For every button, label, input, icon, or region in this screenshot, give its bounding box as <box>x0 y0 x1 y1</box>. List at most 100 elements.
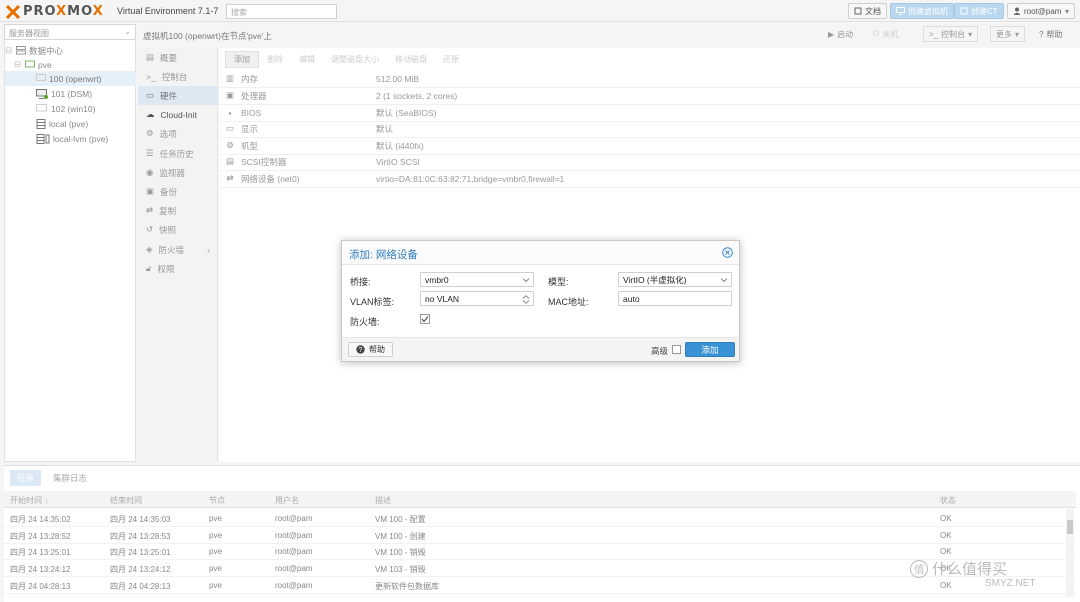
power-icon: ⏻ <box>873 29 880 38</box>
edit-hardware-button[interactable]: 编辑 <box>291 52 323 67</box>
chevron-down-icon: ⌄ <box>124 27 131 36</box>
tab-cluster-log[interactable]: 集群日志 <box>46 470 94 486</box>
advanced-label: 高级 <box>651 346 669 356</box>
cube-icon <box>960 7 968 15</box>
hardware-row-memory[interactable]: ▥ 内存 512.00 MiB <box>219 71 1080 88</box>
hardware-row-scsi[interactable]: ▤ SCSI控制器 VirtIO SCSI <box>219 154 1080 171</box>
search-input[interactable]: 搜索 <box>226 4 337 19</box>
column-user[interactable]: 用户名 <box>275 495 299 506</box>
nav-snapshots[interactable]: ↺ 快照 <box>138 220 218 239</box>
hardware-row-bios[interactable]: ▪ BIOS 默认 (SeaBIOS) <box>219 105 1080 122</box>
desktop-icon <box>896 7 905 15</box>
tree-item-vm-102[interactable]: 102 (win10) <box>5 101 136 116</box>
floppy-icon: ▣ <box>146 186 155 196</box>
firewall-label: 防火墙: <box>350 317 380 327</box>
nav-options[interactable]: ⚙ 选项 <box>138 124 218 143</box>
watermark-text: 什么值得买 <box>932 560 1008 578</box>
storage-icon <box>36 118 46 129</box>
start-button[interactable]: ▶ 启动 <box>822 26 859 42</box>
more-button[interactable]: 更多 ▾ <box>990 26 1026 42</box>
add-button[interactable]: 添加 <box>685 342 735 357</box>
create-vm-button[interactable]: 创建虚拟机 <box>890 3 954 19</box>
nav-task-history[interactable]: ☰ 任务历史 <box>138 144 218 163</box>
checkmark-icon <box>421 316 429 323</box>
table-row[interactable]: 四月 24 04:28:13 四月 24 04:28:13 pve root@pam 更… <box>4 577 1076 594</box>
task-scrollbar-thumb[interactable] <box>1067 520 1073 534</box>
database-icon: ▤ <box>225 156 235 167</box>
nav-hardware[interactable]: ▭ 硬件 <box>138 86 218 105</box>
column-description[interactable]: 描述 <box>375 495 391 506</box>
hardware-row-cpu[interactable]: ▣ 处理器 2 (1 sockets, 2 cores) <box>219 88 1080 105</box>
mac-address-field[interactable]: auto <box>618 291 732 306</box>
help-button[interactable]: ? 帮助 <box>1033 26 1068 42</box>
remove-hardware-button[interactable]: 删除 <box>259 52 291 67</box>
docs-button[interactable]: 文档 <box>848 3 887 19</box>
resize-disk-button[interactable]: 调整磁盘大小 <box>323 52 387 67</box>
nav-permissions[interactable]: 🔓︎ 权限 <box>138 259 218 278</box>
nav-firewall[interactable]: ◈ 防火墙 › <box>138 240 218 259</box>
column-end-time[interactable]: 结束时间 <box>110 495 142 506</box>
cogs-icon: ⚙ <box>226 140 234 151</box>
hardware-row-net0[interactable]: ⇄ 网络设备 (net0) virtio=DA:81:0C:63:82:71,bri… <box>219 171 1080 188</box>
column-status[interactable]: 状态 <box>940 495 956 506</box>
nav-replication[interactable]: ⇄ 复制 <box>138 201 218 220</box>
monitor-icon <box>36 88 48 99</box>
tree-item-vm-101[interactable]: 101 (DSM) <box>5 86 136 101</box>
dialog-help-button[interactable]: ? 帮助 <box>348 342 393 357</box>
table-row[interactable]: 四月 24 13:28:52 四月 24 13:28:53 pve root@pam V… <box>4 527 1076 544</box>
user-menu-button[interactable]: root@pam ▾ <box>1007 3 1075 19</box>
table-row[interactable]: 四月 24 14:35:02 四月 24 14:35:03 pve root@pam V… <box>4 510 1076 527</box>
tree-item-datacenter[interactable]: ⊟ 数据中心 <box>5 43 136 58</box>
tree-item-storage-local[interactable]: local (pve) <box>5 116 136 131</box>
tree-item-vm-100[interactable]: 100 (openwrt) <box>5 71 136 86</box>
spinner-arrows-icon <box>522 295 530 304</box>
tree-item-node-pve[interactable]: ⊟ pve <box>14 57 145 72</box>
view-selector[interactable]: 服务器视图 ⌄ <box>4 24 136 40</box>
monitor-icon <box>36 74 46 81</box>
watermark-logo: 值 <box>910 559 928 578</box>
hardware-toolbar: 添加 删除 编辑 调整磁盘大小 移动磁盘 还原 <box>219 50 1080 68</box>
chevron-right-icon: › <box>207 244 210 255</box>
nav-monitor[interactable]: ◉ 监视器 <box>138 163 218 182</box>
vlan-tag-spinner[interactable]: no VLAN <box>420 291 534 306</box>
nav-cloud-init[interactable]: ☁ Cloud-Init <box>138 105 218 124</box>
chevron-down-icon: ▾ <box>1015 29 1020 39</box>
watermark-site: SMYZ.NET <box>985 578 1036 589</box>
chevron-down-icon <box>522 278 530 283</box>
chevron-down-icon: ▾ <box>1064 6 1069 16</box>
nav-console[interactable]: >_ 控制台 <box>138 67 218 86</box>
list-icon: ☰ <box>146 148 154 158</box>
column-node[interactable]: 节点 <box>209 495 225 506</box>
chevron-down-icon: ▾ <box>968 29 973 39</box>
question-icon: ? <box>1039 29 1044 39</box>
terminal-icon: >_ <box>929 29 939 39</box>
hardware-row-display[interactable]: ▭ 显示 默认 <box>219 121 1080 138</box>
bridge-select[interactable]: vmbr0 <box>420 272 534 287</box>
proxmox-x-icon <box>6 4 20 19</box>
firewall-checkbox[interactable] <box>420 314 430 324</box>
gear-icon: ⚙ <box>146 128 154 138</box>
play-icon: ▶ <box>828 29 835 39</box>
model-select[interactable]: VirtIO (半虚拟化) <box>618 272 732 287</box>
chevron-down-icon <box>720 278 728 283</box>
revert-button[interactable]: 还原 <box>435 52 467 67</box>
book-icon <box>854 7 862 15</box>
shutdown-button[interactable]: ⏻ 关机 <box>867 26 904 42</box>
create-ct-button[interactable]: 创建CT <box>954 3 1004 19</box>
tree-item-storage-local-lvm[interactable]: local-lvm (pve) <box>5 131 136 146</box>
shield-icon: ◈ <box>146 244 153 254</box>
console-button[interactable]: >_ 控制台 ▾ <box>923 26 979 42</box>
svg-text:?: ? <box>359 347 363 354</box>
watermark: 值 什么值得买 <box>910 558 1007 579</box>
advanced-checkbox[interactable] <box>672 345 681 354</box>
add-hardware-button[interactable]: 添加 <box>225 50 259 68</box>
tab-tasks[interactable]: 任务 <box>10 470 42 486</box>
nav-summary[interactable]: ▤ 概要 <box>138 48 218 67</box>
close-icon[interactable] <box>722 247 733 258</box>
nav-backup[interactable]: ▣ 备份 <box>138 182 218 201</box>
dialog-footer: ? 帮助 高级 添加 <box>342 337 739 361</box>
user-icon <box>1013 7 1021 15</box>
move-disk-button[interactable]: 移动磁盘 <box>387 52 435 67</box>
hardware-row-machine[interactable]: ⚙ 机型 默认 (i440fx) <box>219 138 1080 155</box>
column-start-time[interactable]: 开始时间 ↓ <box>10 495 48 506</box>
